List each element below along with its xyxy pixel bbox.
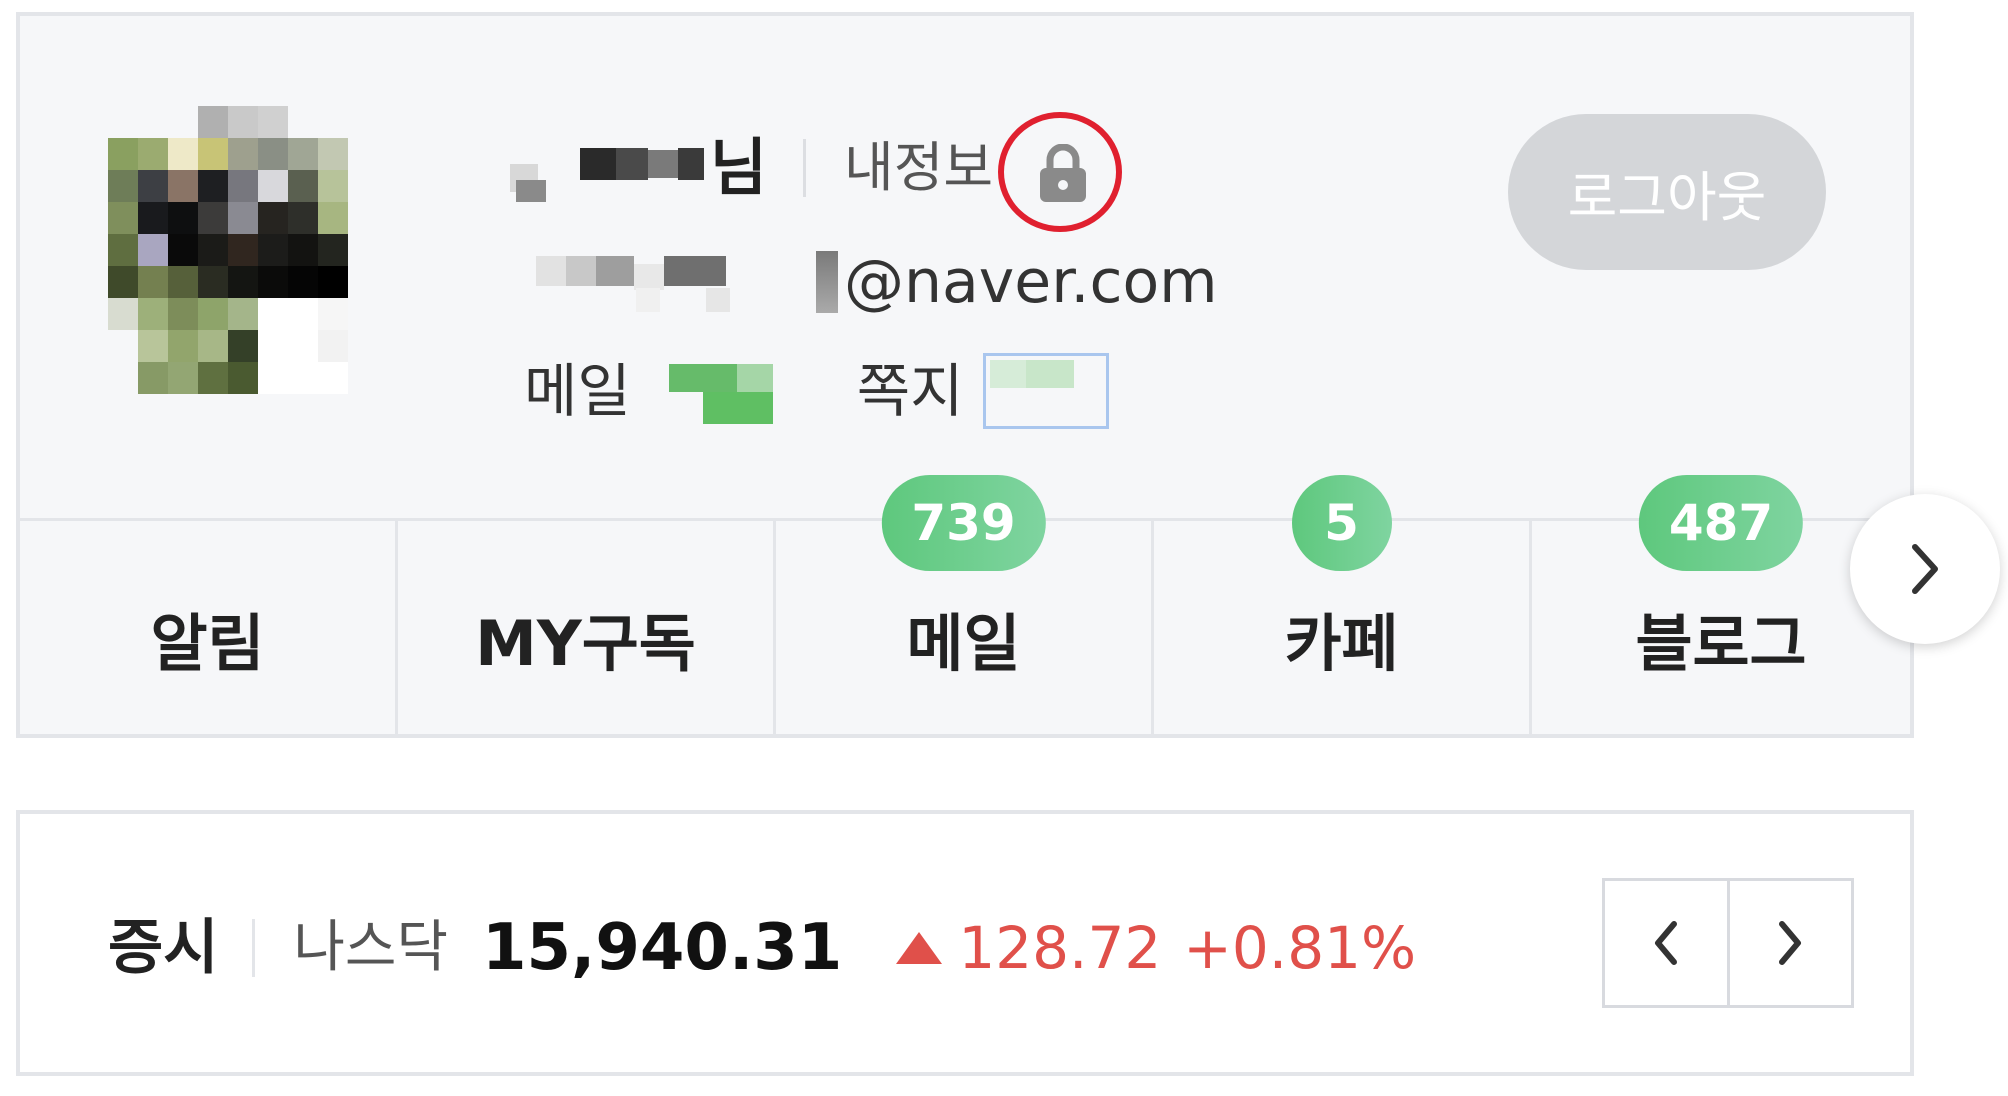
service-menu: 알림 MY구독 739 메일 5 카페 487 블로그 [20, 475, 1910, 737]
menu-item-notifications[interactable]: 알림 [20, 521, 398, 737]
divider [803, 139, 807, 197]
menu-item-cafe[interactable]: 5 카페 [1154, 475, 1532, 737]
stock-index-name: 나스닥 [293, 915, 448, 980]
counts-row: 메일 쪽지 [524, 346, 1110, 436]
stock-title: 증시 [108, 913, 219, 983]
email-row: @naver.com [536, 242, 1218, 322]
chevron-right-icon [1912, 544, 1938, 594]
email-domain: @naver.com [844, 247, 1218, 317]
stock-row[interactable]: 증시 나스닥 15,940.31 128.72 +0.81% [108, 908, 1416, 988]
username-redacted [510, 144, 706, 202]
stock-nav [1602, 878, 1854, 1008]
cafe-count-badge: 5 [1291, 475, 1392, 571]
email-id-redacted [536, 250, 816, 314]
blog-count-badge: 487 [1638, 475, 1804, 571]
username-row: 님 내정보 [510, 128, 993, 208]
avatar[interactable] [108, 106, 438, 426]
profile-panel: 님 내정보 로그아웃 @naver.com 메일 쪽지 알림 MY구독 739 … [16, 12, 1914, 738]
stock-prev-button[interactable] [1605, 881, 1730, 1005]
menu-label: MY구독 [475, 607, 696, 680]
menu-next-button[interactable] [1850, 494, 2000, 644]
menu-item-my-subscriptions[interactable]: MY구독 [398, 521, 776, 737]
menu-label: 메일 [906, 607, 1021, 680]
email-prefix-redacted [816, 251, 838, 313]
mail-link[interactable]: 메일 [524, 362, 631, 420]
logout-button[interactable]: 로그아웃 [1508, 114, 1826, 270]
note-count-redacted[interactable] [983, 353, 1110, 429]
stock-panel: 증시 나스닥 15,940.31 128.72 +0.81% [16, 810, 1914, 1076]
menu-label: 카페 [1284, 607, 1399, 680]
chevron-left-icon [1654, 921, 1677, 965]
stock-next-button[interactable] [1729, 881, 1851, 1005]
stock-percent: +0.81% [1183, 914, 1417, 982]
chevron-right-icon [1779, 921, 1802, 965]
mail-count-redacted[interactable] [668, 358, 773, 424]
divider [252, 919, 256, 977]
mail-count-badge: 739 [881, 475, 1046, 571]
stock-change: 128.72 [958, 914, 1162, 982]
triangle-up-icon [896, 932, 943, 964]
lock-icon[interactable] [998, 112, 1122, 232]
username-suffix: 님 [710, 131, 768, 204]
menu-label: 블로그 [1635, 607, 1807, 680]
menu-label: 알림 [150, 607, 265, 680]
myinfo-link[interactable]: 내정보 [844, 141, 993, 195]
note-link[interactable]: 쪽지 [857, 362, 964, 420]
stock-value: 15,940.31 [481, 911, 843, 985]
menu-item-mail[interactable]: 739 메일 [776, 475, 1154, 737]
